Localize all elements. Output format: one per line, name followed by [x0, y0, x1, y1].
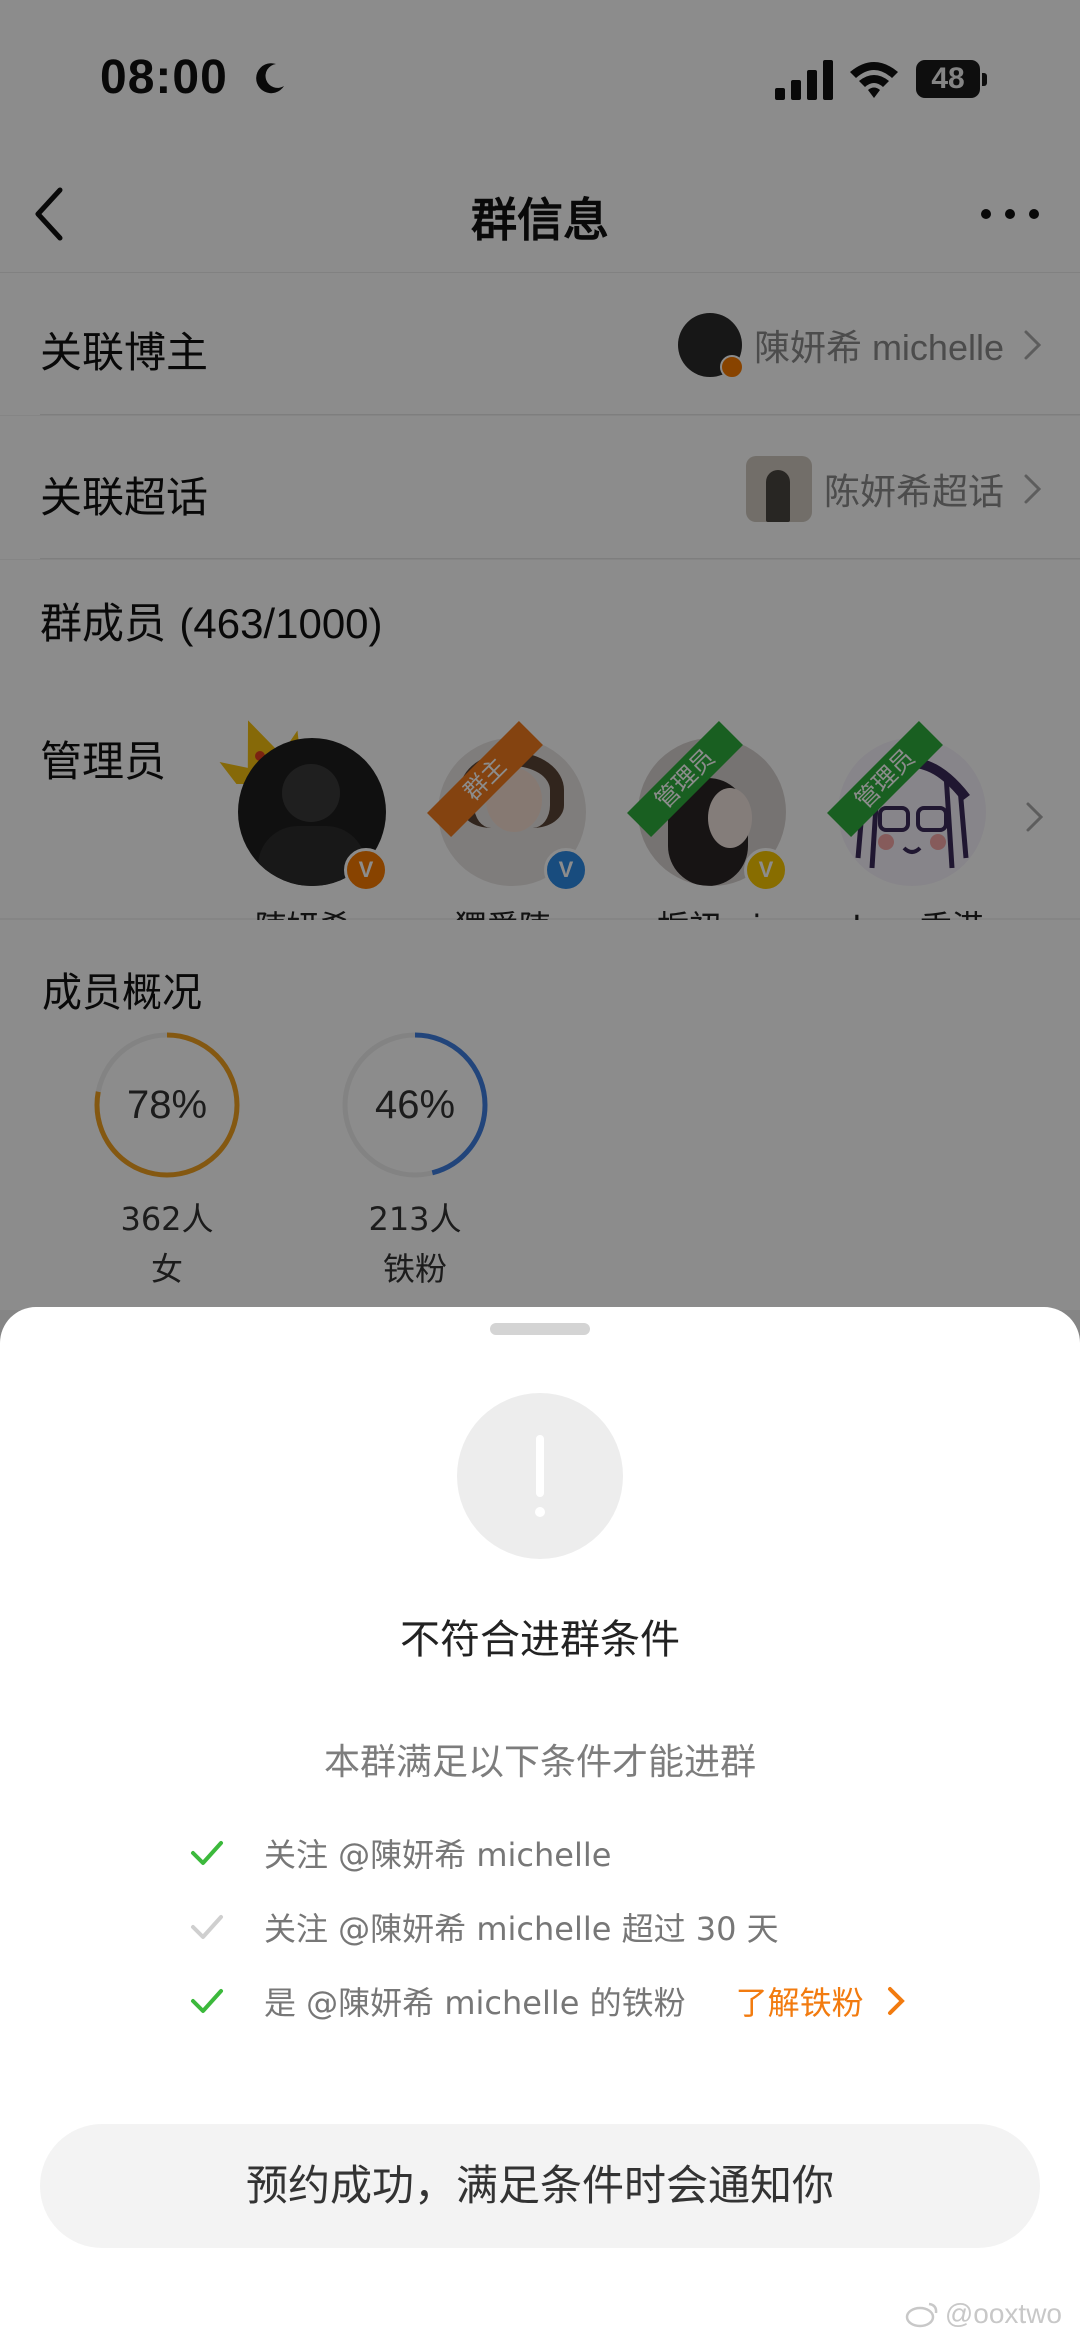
check-icon	[191, 1841, 223, 1865]
condition-text: 关注 @陳妍希 michelle 超过 30 天	[264, 1910, 779, 1948]
sheet-title: 不符合进群条件	[400, 1617, 680, 1663]
reservation-button-label: 预约成功，满足条件时会通知你	[245, 2161, 834, 2210]
learn-iron-fans-link[interactable]: 了解铁粉	[736, 1978, 906, 2024]
chevron-right-icon	[887, 1987, 905, 2015]
drag-handle[interactable]	[490, 1323, 590, 1335]
condition-item: 关注 @陳妍希 michelle	[190, 1823, 611, 1883]
learn-link-text: 了解铁粉	[735, 1984, 864, 2022]
check-icon	[191, 1989, 223, 2013]
watermark-text: @ooxtwo	[944, 2298, 1062, 2329]
reservation-button[interactable]: 预约成功，满足条件时会通知你	[40, 2124, 1040, 2248]
watermark: @ooxtwo	[905, 2298, 1062, 2330]
sheet-subtitle: 本群满足以下条件才能进群	[323, 1742, 756, 1783]
condition-item: 是 @陳妍希 michelle 的铁粉 了解铁粉	[190, 1971, 906, 2031]
condition-text: 是 @陳妍希 michelle 的铁粉	[264, 1984, 686, 2022]
check-icon	[191, 1915, 223, 1939]
condition-text: 关注 @陳妍希 michelle	[264, 1836, 612, 1874]
condition-item: 关注 @陳妍希 michelle 超过 30 天	[190, 1897, 779, 1957]
weibo-logo-icon	[905, 2302, 938, 2328]
warning-icon	[457, 1393, 623, 1559]
